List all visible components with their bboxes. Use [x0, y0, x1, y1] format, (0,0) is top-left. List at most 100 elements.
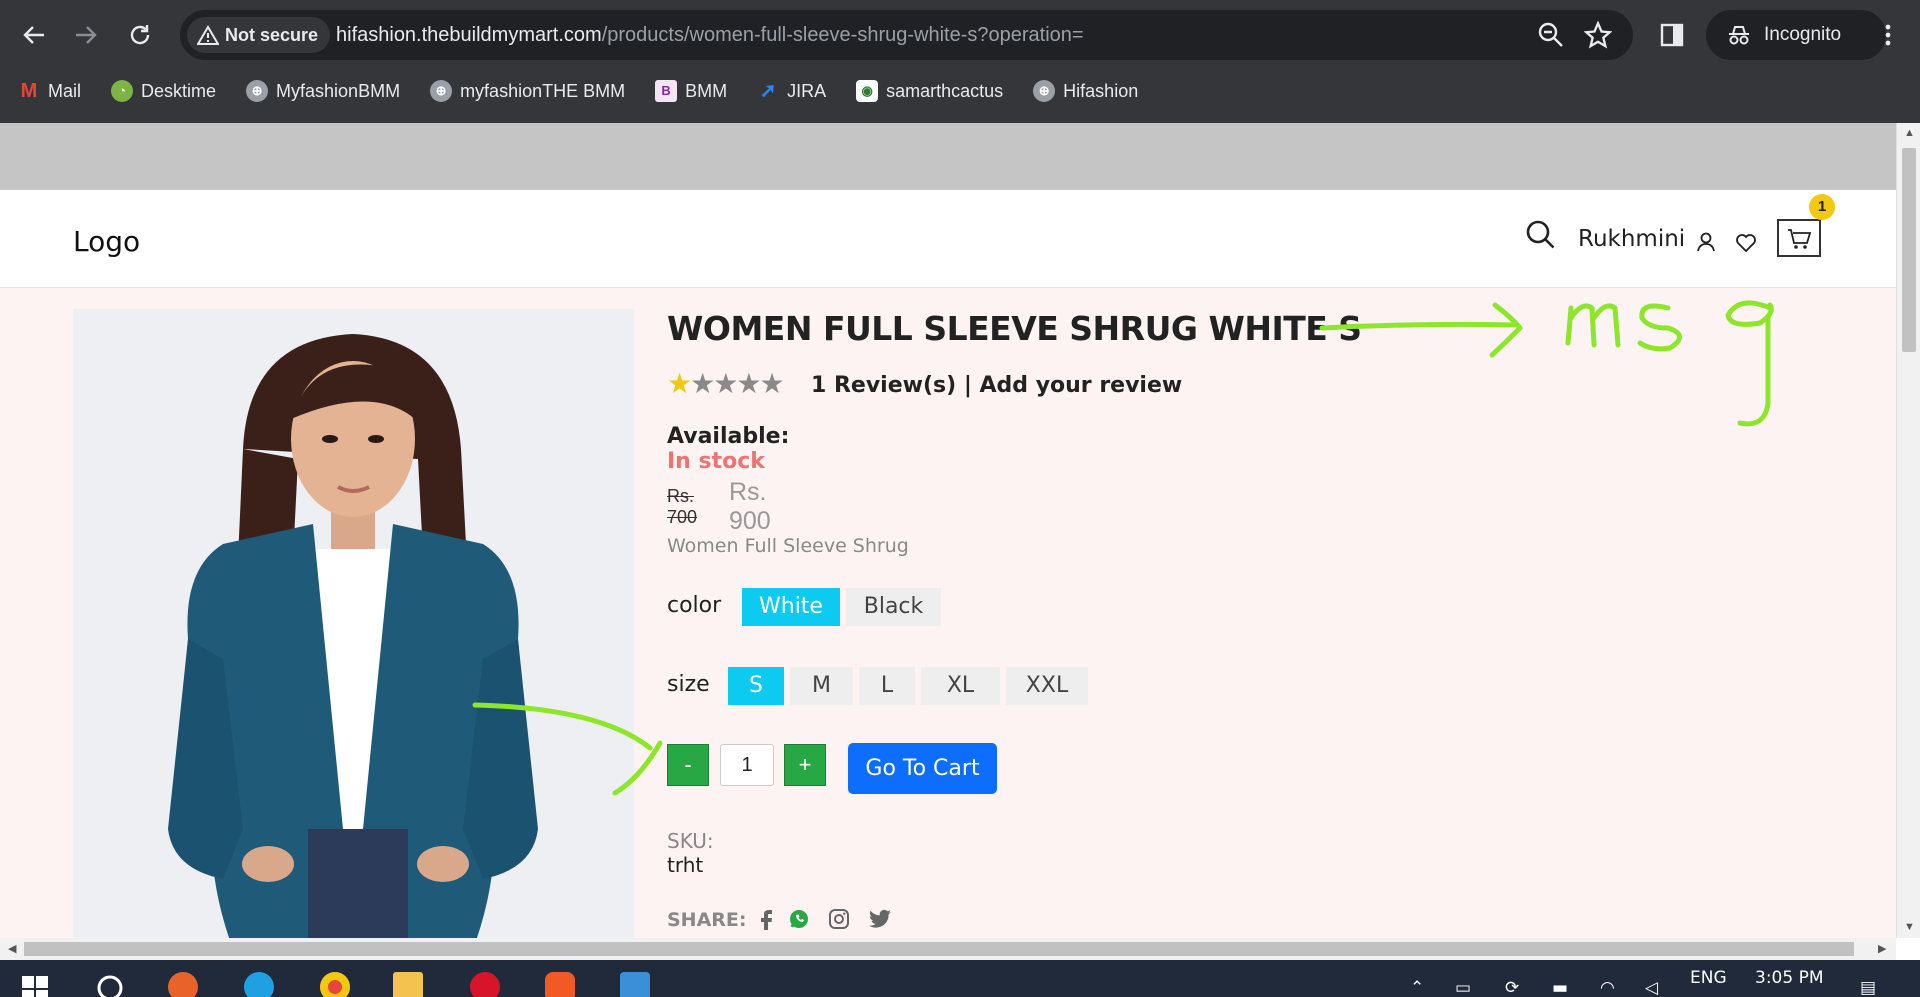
- twitter-icon[interactable]: [867, 907, 891, 931]
- bookmark-bmm[interactable]: B BMM: [655, 73, 727, 109]
- gmail-icon: M: [20, 80, 38, 102]
- incognito-icon: [1729, 26, 1749, 45]
- windows-start-icon[interactable]: [22, 976, 52, 997]
- firefox-icon[interactable]: [168, 972, 198, 997]
- site-header: Logo Rukhmini 1: [0, 190, 1896, 288]
- cart-button[interactable]: [1777, 219, 1821, 257]
- jira-icon: ➚: [759, 80, 777, 102]
- old-price: Rs. 700: [667, 486, 698, 527]
- scroll-left-icon[interactable]: ◀: [8, 942, 16, 955]
- star-icon: ★: [667, 368, 692, 399]
- size-option-l[interactable]: L: [859, 667, 915, 705]
- sku: SKU: trht: [667, 829, 714, 877]
- star-icon: ★: [736, 368, 761, 399]
- bookmark-hifashion[interactable]: ⊕ Hifashion: [1033, 73, 1138, 109]
- color-label: color: [667, 593, 722, 618]
- address-bar[interactable]: Not secure hifashion.thebuildmymart.com/…: [180, 10, 1633, 60]
- size-option-s[interactable]: S: [728, 667, 784, 705]
- side-panel-icon[interactable]: [1658, 21, 1686, 49]
- globe-icon: ⊕: [246, 80, 269, 102]
- vertical-scrollbar[interactable]: ▲ ▼: [1896, 123, 1920, 938]
- app-icon[interactable]: [620, 972, 650, 997]
- scroll-right-icon[interactable]: ▶: [1878, 942, 1886, 955]
- security-chip[interactable]: Not secure: [187, 17, 331, 53]
- instagram-icon[interactable]: [827, 907, 851, 931]
- rating-stars[interactable]: ★★★★★: [667, 368, 785, 399]
- reviews-link[interactable]: 1 Review(s) | Add your review: [811, 373, 1182, 398]
- cactus-icon: ◉: [856, 80, 879, 102]
- edge-icon[interactable]: [244, 972, 274, 997]
- bookmark-samarthcactus[interactable]: ◉ samarthcactus: [856, 73, 1003, 109]
- color-option-white[interactable]: White: [742, 588, 840, 626]
- wifi-icon[interactable]: ◠: [1600, 978, 1615, 997]
- sync-icon[interactable]: ⟳: [1505, 978, 1519, 997]
- scroll-up-icon[interactable]: ▲: [1904, 127, 1915, 139]
- bmm-icon: B: [655, 80, 678, 102]
- quantity-increase-button[interactable]: +: [784, 744, 826, 786]
- heart-icon[interactable]: [1734, 230, 1758, 254]
- sku-value: trht: [667, 853, 704, 877]
- current-price: Rs. 900: [729, 478, 771, 535]
- user-icon[interactable]: [1694, 230, 1718, 254]
- product-image[interactable]: [73, 309, 634, 938]
- user-name[interactable]: Rukhmini: [1578, 226, 1685, 252]
- clock-time[interactable]: 3:05 PM: [1755, 968, 1824, 988]
- windows-taskbar: ⌃ ▭ ⟳ ▬ ◠ ◁ ENG 3:05 PM ▤: [0, 960, 1920, 997]
- bookmarks-bar: M Mail ◔ Desktime ⊕ MyfashionBMM ⊕ myfas…: [0, 73, 1168, 109]
- product-title: WOMEN FULL SLEEVE SHRUG WHITE S: [667, 309, 1362, 348]
- meet-icon[interactable]: ▭: [1455, 978, 1471, 997]
- facebook-icon[interactable]: [755, 907, 779, 931]
- bookmark-jira[interactable]: ➚ JIRA: [757, 73, 826, 109]
- size-label: size: [667, 672, 710, 697]
- quantity-input[interactable]: 1: [720, 744, 774, 786]
- horizontal-scrollbar[interactable]: ◀ ▶: [0, 938, 1896, 960]
- whatsapp-icon[interactable]: [787, 907, 811, 931]
- search-taskbar-icon[interactable]: [95, 973, 125, 997]
- chrome-icon[interactable]: [320, 972, 350, 997]
- size-option-xl[interactable]: XL: [921, 667, 1000, 705]
- language-indicator[interactable]: ENG: [1690, 968, 1727, 988]
- browser-menu-icon[interactable]: [1872, 19, 1904, 51]
- star-icon: ★: [690, 368, 715, 399]
- cart-icon: [1788, 229, 1812, 249]
- scroll-down-icon[interactable]: ▼: [1904, 921, 1915, 933]
- opera-icon[interactable]: [470, 972, 500, 997]
- star-icon: ★: [759, 368, 784, 399]
- bookmark-myfashionbmm[interactable]: ⊕ MyfashionBMM: [246, 73, 400, 109]
- battery-icon[interactable]: ▬: [1552, 978, 1568, 997]
- cart-count-badge: 1: [1809, 194, 1835, 220]
- quantity-decrease-button[interactable]: -: [667, 744, 709, 786]
- bookmark-desktime[interactable]: ◔ Desktime: [111, 73, 216, 109]
- star-icon: ★: [713, 368, 738, 399]
- bookmark-mail[interactable]: M Mail: [18, 73, 81, 109]
- desktime-icon: ◔: [111, 80, 134, 102]
- security-label: Not secure: [225, 25, 319, 45]
- vertical-scroll-thumb[interactable]: [1902, 148, 1916, 352]
- product-description: Women Full Sleeve Shrug: [667, 535, 909, 557]
- bookmark-star-icon[interactable]: [1583, 20, 1613, 49]
- forward-arrow-icon[interactable]: [70, 19, 102, 51]
- page-viewport: Logo Rukhmini 1 WOMEN FULL SLEEVE SHRUG …: [0, 123, 1896, 938]
- reload-icon[interactable]: [124, 19, 156, 51]
- site-logo[interactable]: Logo: [73, 225, 140, 258]
- color-option-black[interactable]: Black: [846, 588, 941, 626]
- notifications-icon[interactable]: ▤: [1860, 978, 1876, 997]
- go-to-cart-button[interactable]: Go To Cart: [848, 743, 997, 794]
- globe-icon: ⊕: [1033, 80, 1056, 102]
- size-option-xxl[interactable]: XXL: [1006, 667, 1088, 705]
- incognito-profile[interactable]: Incognito: [1706, 10, 1886, 60]
- bookmark-myfashion-the-bmm[interactable]: ⊕ myfashionTHE BMM: [430, 73, 625, 109]
- volume-icon[interactable]: ◁: [1645, 978, 1658, 997]
- browser-toolbar: Not secure hifashion.thebuildmymart.com/…: [0, 0, 1920, 123]
- size-option-m[interactable]: M: [790, 667, 853, 705]
- search-icon[interactable]: [1524, 218, 1558, 252]
- back-arrow-icon[interactable]: [18, 19, 50, 51]
- file-explorer-icon[interactable]: [393, 972, 423, 997]
- tray-chevron-icon[interactable]: ⌃: [1410, 978, 1424, 997]
- horizontal-scroll-thumb[interactable]: [24, 942, 1854, 956]
- top-banner: [0, 123, 1896, 190]
- globe-icon: ⊕: [430, 80, 453, 102]
- url-text[interactable]: hifashion.thebuildmymart.com/products/wo…: [336, 10, 1084, 60]
- brave-icon[interactable]: [545, 972, 575, 997]
- zoom-icon[interactable]: [1537, 21, 1565, 49]
